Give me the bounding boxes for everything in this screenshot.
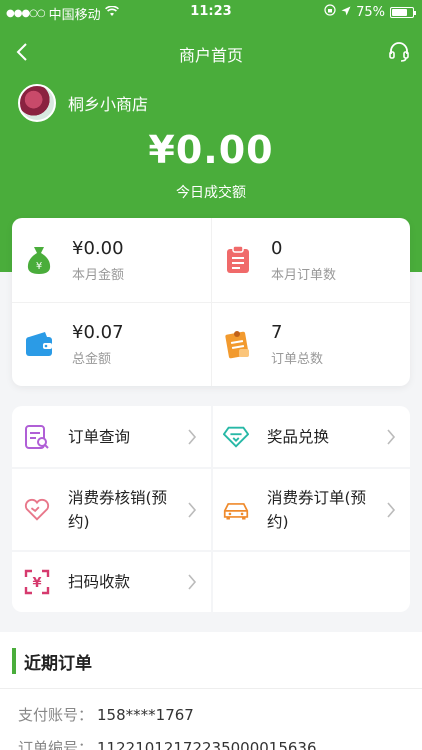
account-value: 158****1767 xyxy=(97,706,194,724)
menu-order-query[interactable]: 订单查询 xyxy=(12,406,211,467)
stat-value: ¥0.00 xyxy=(72,237,124,259)
order-search-icon xyxy=(24,424,50,450)
menu-prize-exchange[interactable]: 奖品兑换 xyxy=(211,406,410,467)
order-ticket-icon xyxy=(223,329,253,359)
menu-coupon-verify[interactable]: 消费券核销(预约) xyxy=(12,469,211,550)
title-accent-bar xyxy=(12,648,16,674)
stat-label: 订单总数 xyxy=(271,351,324,367)
menu-coupon-orders[interactable]: 消费券订单(预约) xyxy=(211,469,410,550)
menu-label: 奖品兑换 xyxy=(267,427,330,446)
menu-label: 订单查询 xyxy=(68,427,131,446)
battery-icon xyxy=(390,6,416,18)
order-number-value: 11221012172235000015636 xyxy=(97,739,317,750)
stat-total-orders[interactable]: 7 订单总数 xyxy=(211,302,410,386)
chevron-right-icon xyxy=(188,574,197,590)
account-label: 支付账号： xyxy=(18,706,94,724)
today-amount-label: 今日成交额 xyxy=(176,185,246,201)
page-title: 商户首页 xyxy=(178,46,243,65)
battery-percent: 75% xyxy=(356,4,385,20)
headset-icon xyxy=(389,42,409,62)
chevron-right-icon xyxy=(387,501,396,518)
clipboard-icon xyxy=(223,245,253,275)
stat-label: 本月金额 xyxy=(72,267,125,283)
shop-info: 桐乡小商店 xyxy=(18,84,148,122)
stat-label: 本月订单数 xyxy=(271,267,337,283)
location-icon xyxy=(341,5,351,20)
order-account-row[interactable]: 支付账号： 158****1767 xyxy=(18,704,194,725)
menu-grid: 订单查询 奖品兑换 消费券核销(预约) 消费券订单(预约) ¥ 扫码收款 xyxy=(12,406,410,612)
stat-month-amount[interactable]: ¥ ¥0.00 本月金额 xyxy=(12,218,211,302)
order-number-row[interactable]: 订单编号： 11221012172235000015636 xyxy=(18,737,317,750)
today-amount: ¥0.00 xyxy=(148,128,274,172)
menu-scan-receive[interactable]: ¥ 扫码收款 xyxy=(12,552,211,612)
diamond-icon xyxy=(223,424,249,450)
status-bar: ●●●○○ 中国移动 11:23 75% xyxy=(0,0,422,24)
menu-label: 消费券订单(预约) xyxy=(267,488,367,531)
svg-text:¥: ¥ xyxy=(36,261,42,272)
customer-service-button[interactable] xyxy=(386,38,412,66)
battery-level xyxy=(392,8,407,16)
svg-text:¥: ¥ xyxy=(32,576,41,591)
menu-label: 消费券核销(预约) xyxy=(68,488,168,531)
stat-month-orders[interactable]: 0 本月订单数 xyxy=(211,218,410,302)
nav-bar: 商户首页 xyxy=(0,34,422,70)
wallet-icon xyxy=(24,329,54,359)
heart-icon xyxy=(24,497,50,523)
avatar xyxy=(18,84,56,122)
stat-value: 7 xyxy=(271,321,283,343)
stat-total-amount[interactable]: ¥0.07 总金额 xyxy=(12,302,211,386)
car-icon xyxy=(223,497,249,523)
stats-card: ¥ ¥0.00 本月金额 0 本月订单数 ¥0.07 总金额 7 订单总数 xyxy=(12,218,410,386)
section-title-text: 近期订单 xyxy=(24,653,92,674)
rotation-lock-icon xyxy=(324,4,336,20)
menu-label: 扫码收款 xyxy=(68,573,131,591)
stat-value: ¥0.07 xyxy=(72,321,124,343)
money-bag-icon: ¥ xyxy=(24,245,54,275)
order-number-label: 订单编号： xyxy=(18,739,94,750)
stat-label: 总金额 xyxy=(72,351,112,367)
recent-orders-section: 近期订单 支付账号： 158****1767 订单编号： 1122101217223… xyxy=(0,632,422,750)
chevron-right-icon xyxy=(188,428,197,445)
scan-yuan-icon: ¥ xyxy=(24,569,50,595)
divider xyxy=(0,688,422,689)
shop-name: 桐乡小商店 xyxy=(68,95,149,114)
stat-value: 0 xyxy=(271,237,283,259)
chevron-right-icon xyxy=(387,428,396,445)
section-title: 近期订单 xyxy=(12,648,92,674)
chevron-right-icon xyxy=(188,501,197,518)
